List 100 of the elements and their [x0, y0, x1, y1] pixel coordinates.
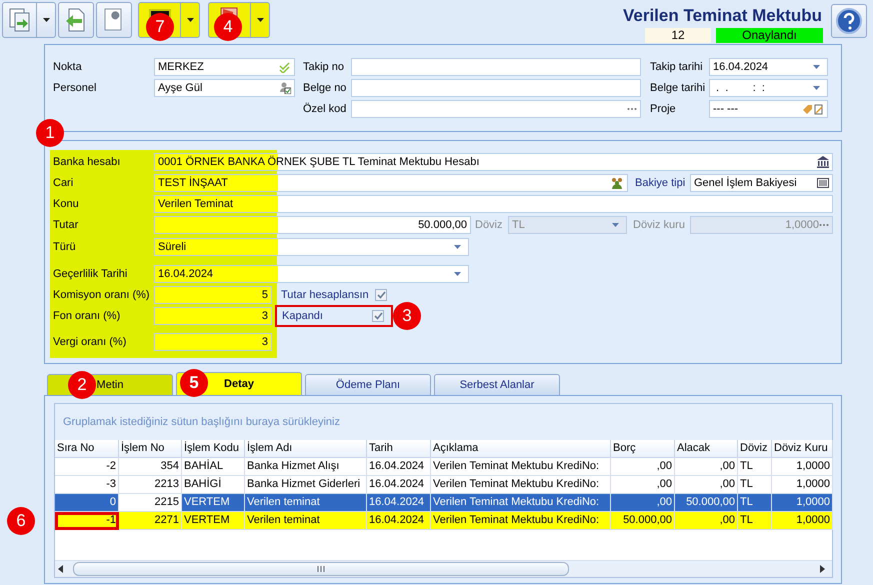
- field-label: Belge tarihi: [650, 81, 706, 96]
- field-label: Takip tarihi: [650, 60, 704, 75]
- input-field[interactable]: [351, 100, 641, 118]
- number-marker: 2: [68, 371, 96, 399]
- date-time-field[interactable]: . . : :: [709, 79, 828, 97]
- grid-row[interactable]: 0 2215 VERTEM Verilen teminat 16.04.2024 Verilen Teminat Mektubu KrediNo: ,00 50.000,00 TL 1,0000: [55, 494, 832, 512]
- field-label: Döviz kuru: [633, 218, 686, 232]
- grid-row[interactable]: -2 354 BAHİAL Banka Hizmet Alışı 16.04.2024 Verilen Teminat Mektubu KrediNo: ,00 ,00 TL 1,0000: [55, 458, 832, 476]
- group-hint: Gruplamak istediğiniz sütun başlığını buraya sürükleyiniz: [63, 416, 340, 428]
- field-label: Özel kod: [303, 102, 348, 117]
- people-icon: [610, 176, 624, 188]
- horizontal-scrollbar[interactable]: [55, 560, 832, 577]
- bank-icon: [817, 156, 829, 168]
- toolbar-button[interactable]: 4: [208, 2, 270, 38]
- input-field[interactable]: Genel İşlem Bakiyesi: [690, 174, 833, 192]
- field-label: Tutar: [53, 218, 80, 232]
- document-title: Verilen Teminat Mektubu: [622, 6, 822, 26]
- table-cell: TL: [738, 512, 772, 530]
- input-field[interactable]: [351, 58, 641, 76]
- dropdown-arrow-icon[interactable]: [454, 272, 461, 276]
- table-cell: -1: [55, 512, 119, 530]
- status-label: Onaylandı: [716, 28, 823, 43]
- document-arrow-icon: [6, 7, 32, 33]
- checkbox-label: Kapandı: [282, 308, 324, 324]
- number-marker: 5: [180, 369, 208, 397]
- person-check-icon: [279, 82, 291, 94]
- caret-icon: [256, 18, 264, 22]
- field-label: Komisyon oranı (%): [53, 288, 151, 302]
- column-header[interactable]: Döviz: [738, 440, 772, 458]
- date-field[interactable]: 16.04.2024: [709, 58, 828, 76]
- field-label: Personel: [53, 81, 98, 96]
- input-field[interactable]: TEST İNŞAAT: [154, 174, 628, 192]
- table-cell: ,00: [675, 512, 738, 530]
- amount-field[interactable]: 50.000,00: [154, 216, 471, 234]
- toolbar-button[interactable]: 7: [138, 2, 200, 38]
- table-cell: 50.000,00: [611, 512, 675, 530]
- input-field[interactable]: [351, 79, 641, 97]
- field-label: Nokta: [53, 60, 83, 75]
- column-header[interactable]: Sıra No: [55, 440, 119, 458]
- column-header[interactable]: Alacak: [675, 440, 738, 458]
- column-header[interactable]: İşlem Kodu: [182, 440, 245, 458]
- barcode-icon: [817, 178, 829, 188]
- toolbar-button[interactable]: [2, 2, 56, 38]
- column-header[interactable]: İşlem No: [119, 440, 182, 458]
- field-label: Bakiye tipi: [635, 176, 686, 190]
- document-number: 12: [645, 28, 711, 43]
- double-check-icon: [279, 62, 291, 72]
- number-marker: 1: [36, 119, 64, 147]
- checkbox[interactable]: [375, 288, 387, 300]
- ellipsis-icon[interactable]: [627, 107, 637, 111]
- tag-pencil-icon: [802, 104, 824, 114]
- checkbox[interactable]: [372, 310, 384, 322]
- caret-icon: [186, 18, 194, 22]
- toolbar-button[interactable]: [58, 2, 94, 38]
- rate-field[interactable]: 5: [154, 286, 272, 304]
- number-marker: 7: [146, 13, 174, 41]
- caret-icon: [42, 18, 50, 22]
- table-cell: 16.04.2024: [367, 512, 431, 530]
- table-cell: 1,0000: [772, 512, 833, 530]
- field-label: Belge no: [303, 81, 348, 96]
- tab[interactable]: Ödeme Planı: [305, 374, 431, 395]
- tab[interactable]: Serbest Alanlar: [434, 374, 560, 395]
- field-label: Döviz: [475, 218, 504, 232]
- field-label: Fon oranı (%): [53, 308, 122, 324]
- table-cell: Verilen Teminat Mektubu KrediNo:: [431, 512, 611, 530]
- number-marker: 6: [7, 507, 35, 535]
- tab[interactable]: 5 Detay: [176, 372, 302, 395]
- field-label: Proje: [650, 102, 677, 117]
- input-field[interactable]: Ayşe Gül: [154, 79, 295, 97]
- field-label: Cari: [53, 176, 74, 190]
- checkbox-label: Tutar hesaplansın: [281, 288, 370, 302]
- grid-row[interactable]: -3 2213 BAHİGİ Banka Hizmet Giderleri 16.04.2024 Verilen Teminat Mektubu KrediNo: ,00 ,00 TL 1,0000: [55, 476, 832, 494]
- rate-field[interactable]: 3: [154, 306, 272, 324]
- field-label: Konu: [53, 196, 80, 212]
- field-label: Geçerlilik Tarihi: [53, 266, 128, 282]
- field-label: Takip no: [303, 60, 345, 75]
- input-field[interactable]: Verilen Teminat: [154, 194, 833, 212]
- type-dropdown[interactable]: Süreli: [154, 238, 469, 256]
- table-cell: VERTEM: [182, 512, 245, 530]
- input-field[interactable]: MERKEZ: [154, 58, 295, 76]
- table-cell: 2271: [119, 512, 182, 530]
- column-header[interactable]: İşlem Adı: [245, 440, 367, 458]
- table-cell: 2215: [119, 494, 182, 512]
- dropdown-arrow-icon[interactable]: [813, 86, 820, 90]
- field-label: Türü: [53, 240, 77, 254]
- column-header[interactable]: Tarih: [367, 440, 431, 458]
- table-cell: Verilen teminat: [245, 512, 367, 530]
- rate-field[interactable]: 3: [154, 332, 272, 350]
- column-header[interactable]: Döviz Kuru: [772, 440, 833, 458]
- input-field[interactable]: --- ---: [709, 100, 828, 118]
- dropdown-arrow-icon[interactable]: [454, 244, 461, 248]
- number-marker: 4: [214, 13, 242, 41]
- toolbar-button[interactable]: [96, 2, 132, 38]
- field-label: Banka hesabı: [53, 154, 122, 170]
- dropdown-arrow-icon[interactable]: [813, 65, 820, 69]
- column-header[interactable]: Borç: [611, 440, 675, 458]
- scroll-thumb[interactable]: [73, 562, 569, 576]
- help-button[interactable]: [831, 4, 867, 38]
- date-field[interactable]: 16.04.2024: [154, 264, 469, 282]
- column-header[interactable]: Açıklama: [431, 440, 611, 458]
